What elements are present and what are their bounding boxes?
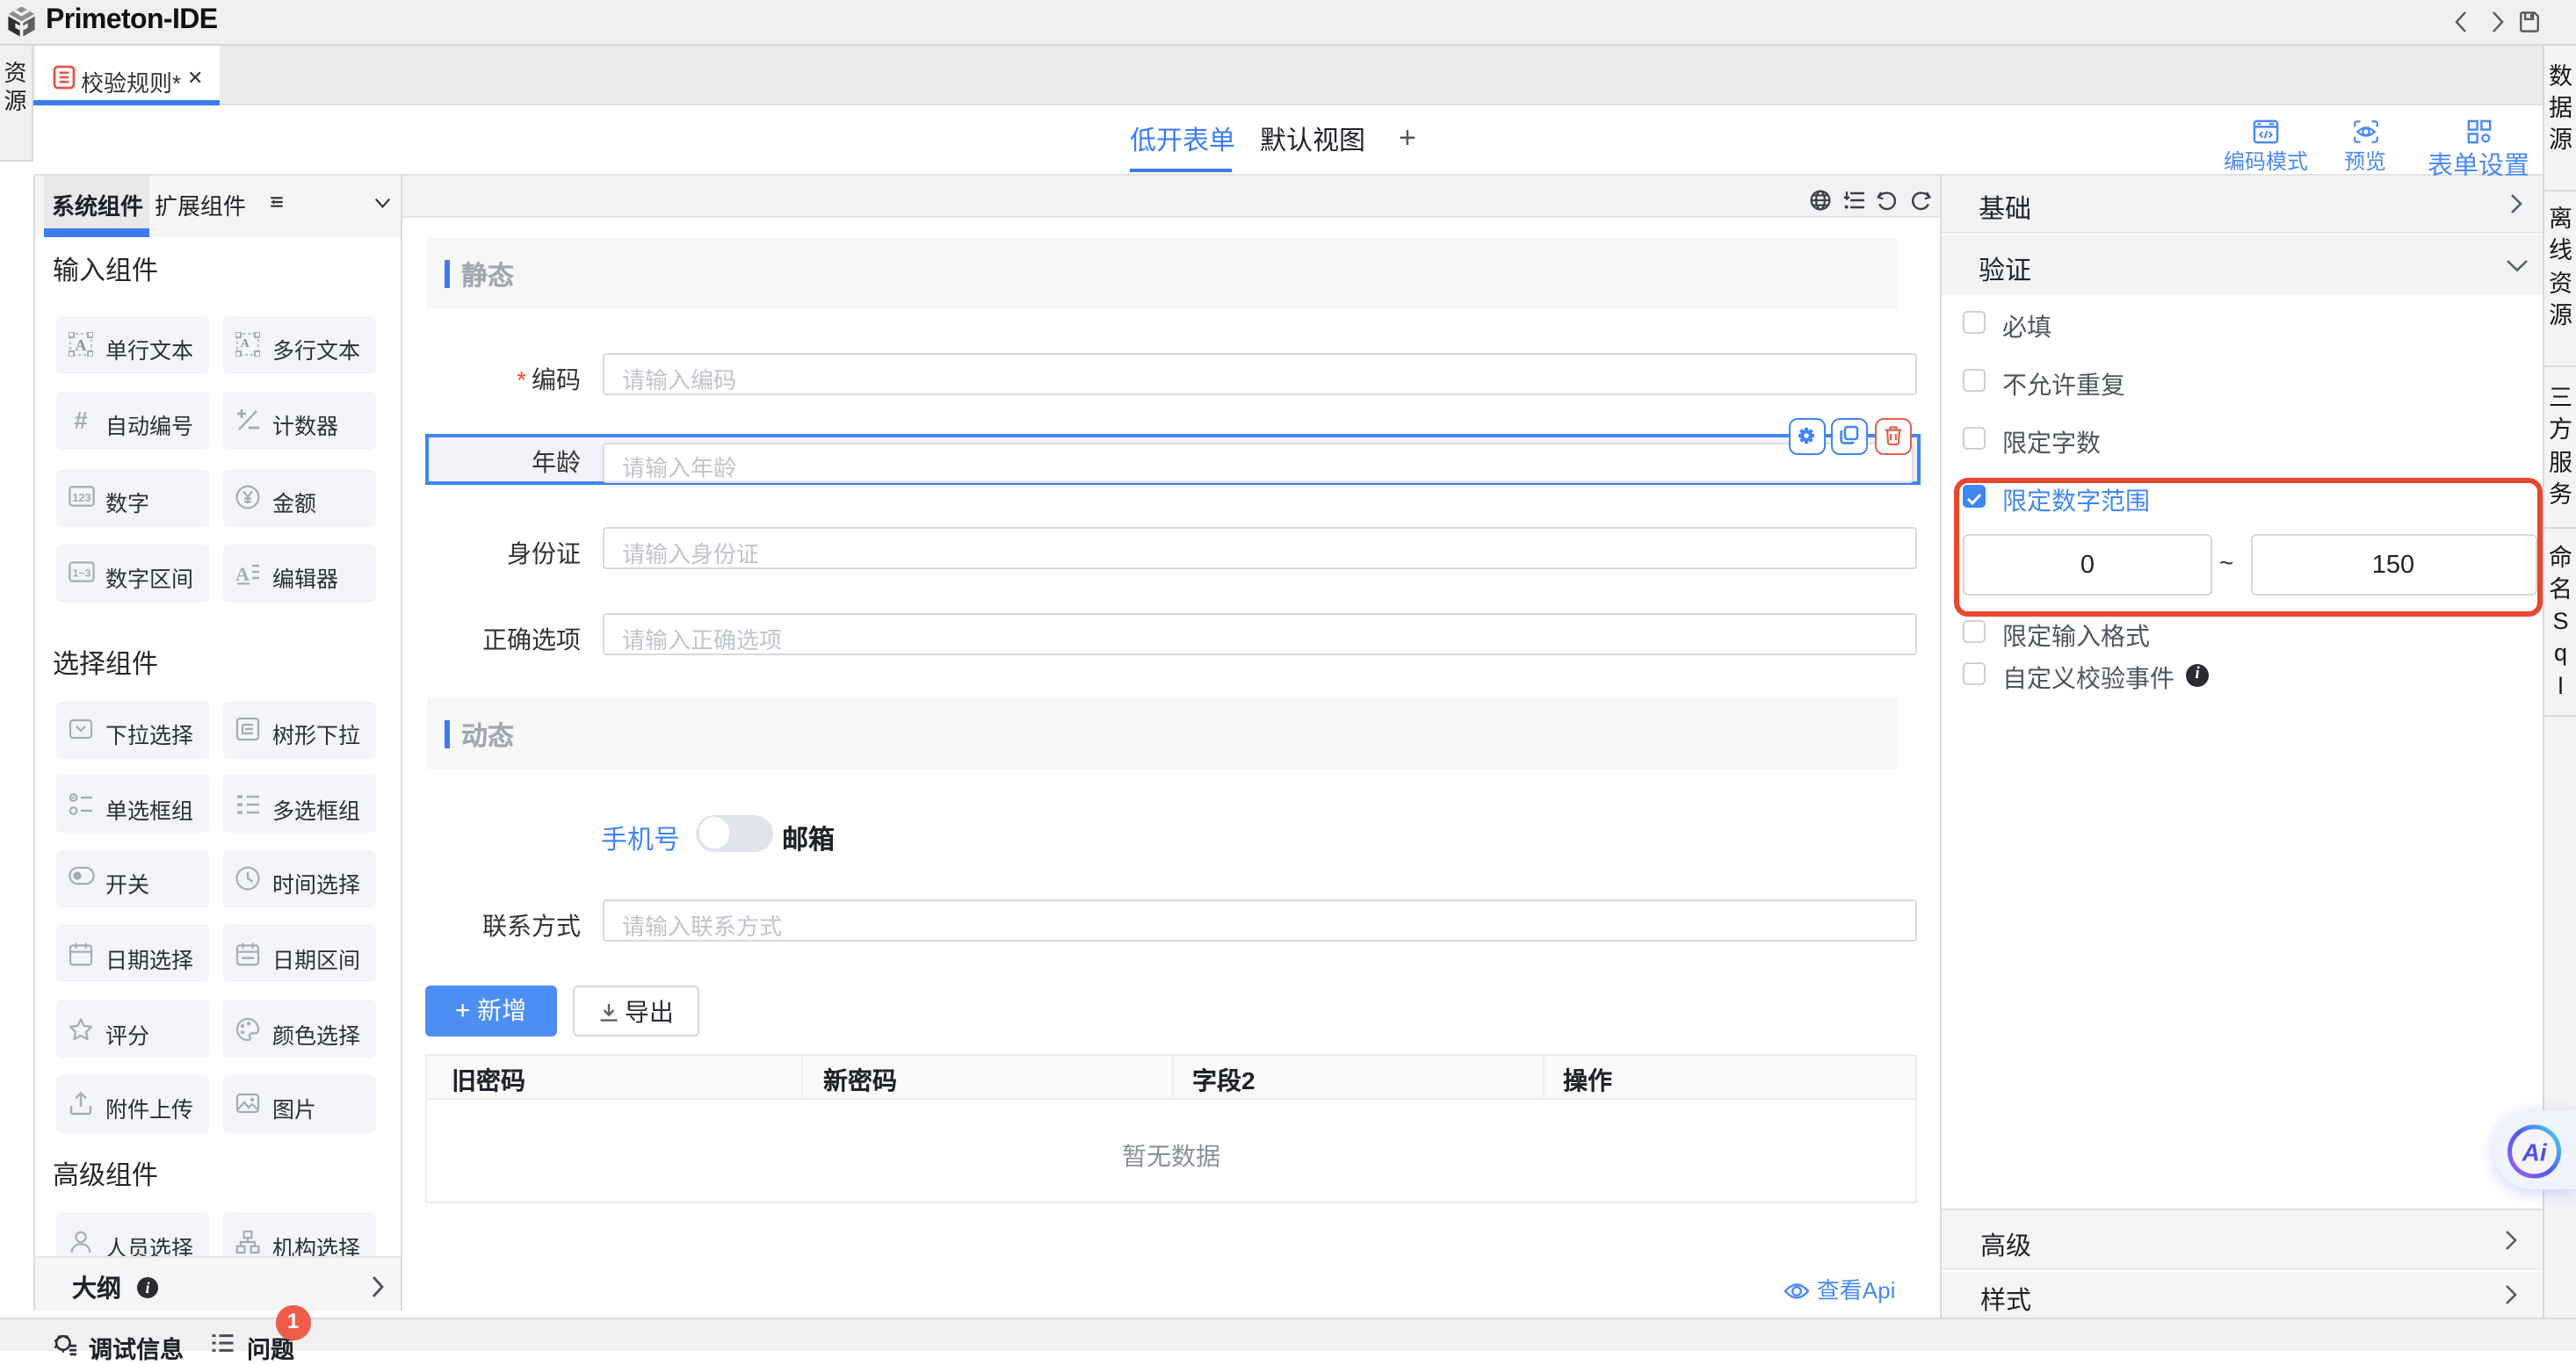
- svg-text:123: 123: [72, 491, 90, 504]
- svg-text:A: A: [76, 336, 87, 354]
- svg-text:1~3: 1~3: [72, 567, 90, 579]
- svg-text:Ai: Ai: [2522, 1138, 2548, 1166]
- svg-text:A: A: [235, 563, 250, 585]
- svg-text:#: #: [74, 408, 88, 432]
- svg-text:A: A: [241, 337, 250, 350]
